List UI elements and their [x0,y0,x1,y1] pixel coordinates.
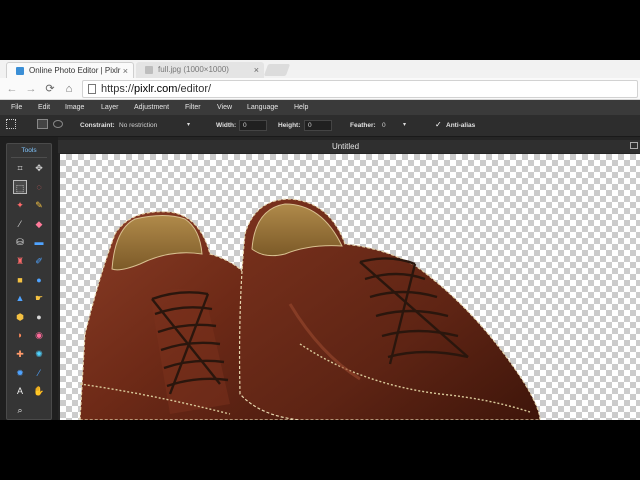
rect-shape-icon[interactable] [37,119,48,129]
new-tab-button[interactable] [263,64,291,76]
pencil-icon[interactable]: ✎ [32,198,46,212]
ellipse-shape-icon[interactable] [53,120,63,128]
menu-view[interactable]: View [217,102,232,113]
sharpen-icon[interactable]: ▲ [13,291,27,305]
chevron-down-icon[interactable]: ▾ [403,121,406,128]
reload-icon[interactable]: ⟳ [43,82,57,96]
wand-icon[interactable]: ✦ [13,198,27,212]
divider [11,157,47,158]
url-scheme: https:// [101,83,135,95]
menu-image[interactable]: Image [65,102,84,113]
forward-icon[interactable]: → [24,82,38,96]
image-favicon-icon [145,66,153,74]
width-input[interactable]: 0 [243,122,247,129]
document-titlebar: Untitled [58,140,640,153]
type-icon[interactable]: A [13,384,27,398]
sponge-icon[interactable]: ⬢ [13,310,27,324]
feather-label: Feather: [350,122,376,129]
antialias-checkbox[interactable]: ✓ [435,120,443,129]
colorreplace-icon[interactable]: ✐ [32,254,46,268]
marquee-icon[interactable]: ⬚ [13,179,27,194]
url-path: /editor/ [177,83,212,95]
stamp-icon[interactable]: ♜ [13,254,27,268]
rect-marquee-option-icon[interactable] [6,119,16,129]
brush-icon[interactable]: ⁄ [13,217,27,231]
menu-adjustment[interactable]: Adjustment [134,102,169,113]
tab-pixlr-editor[interactable]: Online Photo Editor | Pixlr × [6,62,134,78]
tab-close-icon[interactable]: × [254,62,259,78]
dodge-icon[interactable]: ● [32,310,46,324]
letterbox-bottom [0,420,640,480]
url-text: https://pixlr.com/editor/ [101,82,211,97]
menu-language[interactable]: Language [247,102,278,113]
pixlr-favicon-icon [16,67,24,75]
page-icon [88,84,96,94]
address-bar[interactable]: https://pixlr.com/editor/ [82,80,638,98]
menu-filter[interactable]: Filter [185,102,201,113]
chevron-down-icon[interactable]: ▾ [187,121,190,128]
antialias-label: Anti-alias [446,122,476,129]
burn-icon[interactable]: ◗ [13,328,27,342]
restore-window-icon[interactable] [630,142,638,149]
zoom-icon[interactable]: ⌕ [13,403,27,417]
tool-options-bar: Constraint: No restriction ▾ Width: 0 He… [0,115,640,137]
eraser-icon[interactable]: ◆ [32,217,46,231]
tab-strip: Online Photo Editor | Pixlr × full.jpg (… [0,60,640,78]
height-input[interactable]: 0 [308,122,312,129]
pinch-icon[interactable]: ✹ [13,366,27,380]
back-icon[interactable]: ← [5,82,19,96]
browser-toolbar: ← → ⟳ ⌂ https://pixlr.com/editor/ [0,78,640,100]
menu-help[interactable]: Help [294,102,308,113]
hand-icon[interactable]: ✋ [32,384,46,398]
bucket-icon[interactable]: ⛁ [13,235,27,249]
menu-layer[interactable]: Layer [101,102,119,113]
url-host: pixlr.com [134,83,178,95]
menu-file[interactable]: File [11,102,22,113]
width-label: Width: [216,122,237,129]
crop-icon[interactable]: ⌗ [13,161,27,175]
tools-panel-title: Tools [21,147,37,154]
image-canvas[interactable] [60,154,640,420]
bloat-icon[interactable]: ✺ [32,347,46,361]
workspace: Untitled [58,137,640,420]
tools-panel: Tools ⌗ ✥ ⬚ ◌ ✦ ✎ ⁄ ◆ ⛁ ▬ ♜ ✐ ■ ● ▲ ☛ ⬢ ● ◗ ◉ ✚ ✺ ✹ ⁄ A ✋ ⌕ [6,143,52,420]
blur-icon[interactable]: ● [32,273,46,287]
eyedropper-icon[interactable]: ⁄ [32,366,46,380]
home-icon[interactable]: ⌂ [62,82,76,96]
shoes-image [79,198,541,420]
spotheal-icon[interactable]: ✚ [13,347,27,361]
move-icon[interactable]: ✥ [32,161,46,175]
right-shoe [238,198,541,420]
tab-full-jpg[interactable]: full.jpg (1000×1000) × [136,62,264,78]
constraint-select[interactable]: No restriction [119,122,157,129]
letterbox-top [0,0,640,60]
lasso-icon[interactable]: ◌ [32,180,46,194]
tab-title: Online Photo Editor | Pixlr [29,66,121,75]
tab-close-icon[interactable]: × [123,63,128,79]
redeye-icon[interactable]: ◉ [32,328,46,342]
smudge-icon[interactable]: ☛ [32,291,46,305]
gradient-icon[interactable]: ▬ [32,235,46,249]
menu-edit[interactable]: Edit [38,102,50,113]
tab-title: full.jpg (1000×1000) [158,65,229,74]
constraint-label: Constraint: [80,122,115,129]
app-menu-bar: File Edit Image Layer Adjustment Filter … [0,100,640,115]
drawing-icon[interactable]: ■ [13,273,27,287]
browser-window: Online Photo Editor | Pixlr × full.jpg (… [0,60,640,420]
feather-input[interactable]: 0 [382,122,386,129]
document-title: Untitled [331,142,360,151]
height-label: Height: [278,122,301,129]
